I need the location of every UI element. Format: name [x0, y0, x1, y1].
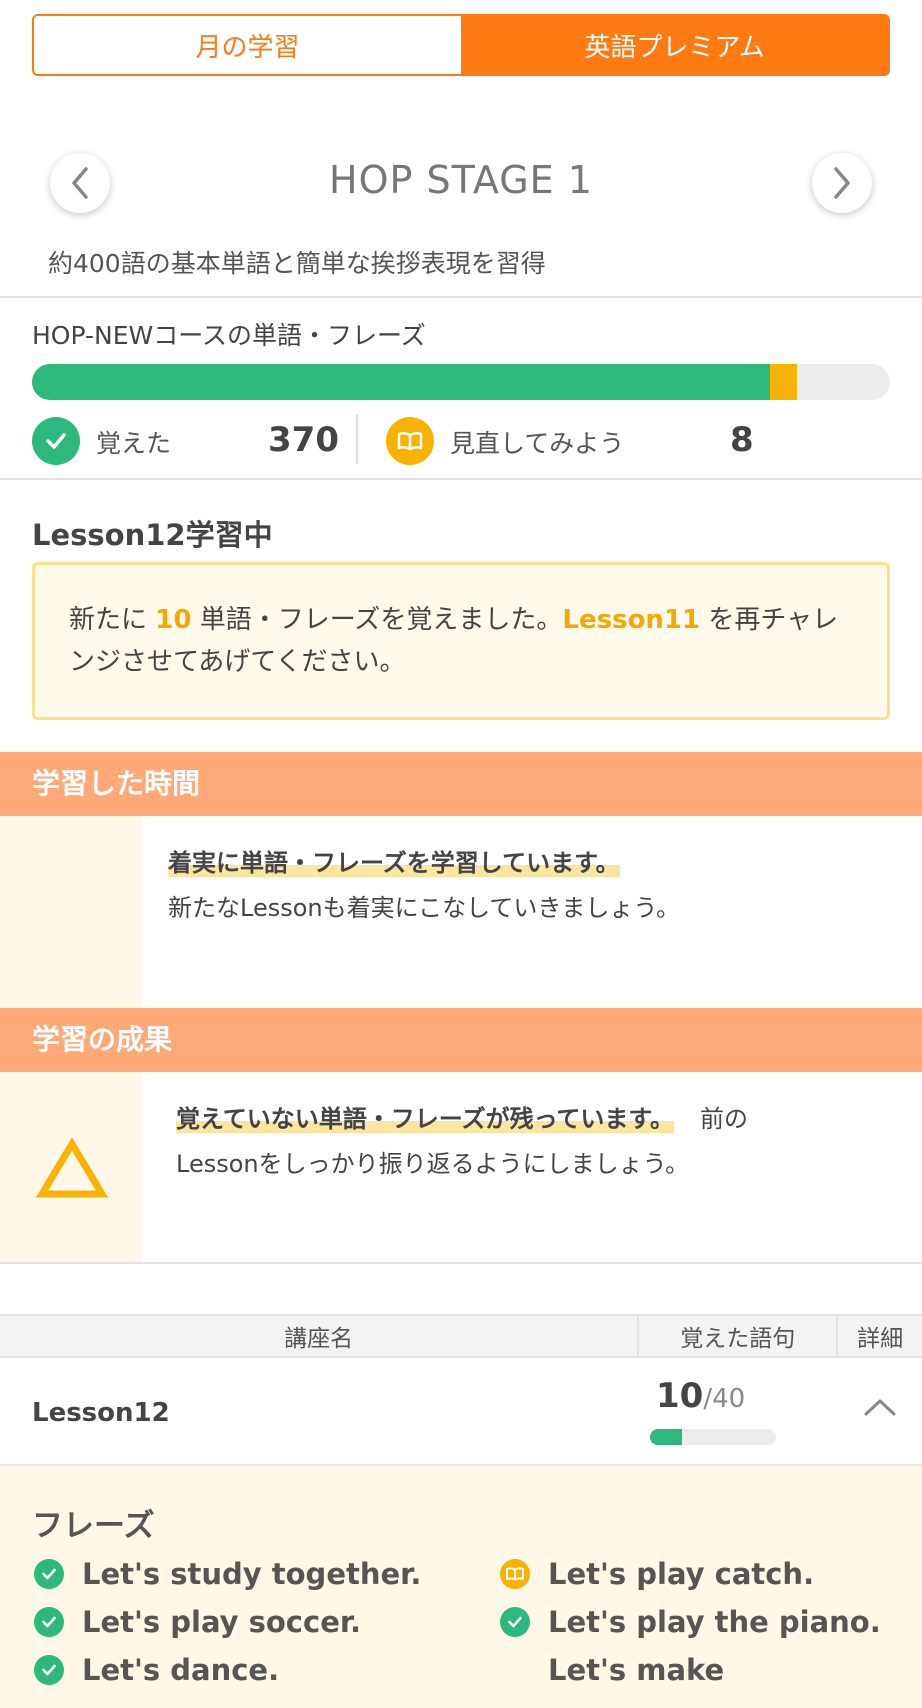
column-detail: 詳細: [857, 1326, 904, 1352]
review-progress-fill: [769, 364, 798, 400]
learned-check-icon: [34, 1559, 64, 1589]
phrase-text: Let's make: [548, 1653, 725, 1687]
phrase-text: Let's play the piano.: [548, 1605, 881, 1639]
lesson-row-progress: [650, 1429, 776, 1445]
learned-check-icon: [500, 1607, 530, 1637]
learned-check-icon: [34, 1655, 64, 1685]
notice-text: 単語・フレーズを覚えました。: [191, 605, 563, 635]
phrase-item: Let's play catch.: [500, 1557, 814, 1591]
divider: [0, 296, 922, 298]
triangle-icon: [36, 1137, 108, 1198]
chevron-up-icon: [864, 1399, 896, 1416]
notice-box: 新たに 10 単語・フレーズを覚えました。Lesson11 を再チャレンジさせて…: [32, 562, 890, 720]
phrase-title: フレーズ: [32, 1508, 155, 1544]
phrase-item: Let's dance.: [34, 1653, 279, 1687]
stat-divider: [356, 414, 358, 464]
tab-monthly-learning[interactable]: 月の学習: [34, 16, 461, 74]
column-course-name: 講座名: [0, 1316, 640, 1356]
study-time-highlight: 着実に単語・フレーズを学習しています。: [168, 849, 620, 877]
learned-label: 覚えた: [96, 429, 172, 458]
phrase-item: Let's study together.: [34, 1557, 421, 1591]
tab-bar: 月の学習 英語プレミアム: [32, 14, 890, 76]
notice-count: 10: [155, 605, 192, 635]
review-book-icon: [386, 417, 434, 465]
course-progress-bar: [32, 364, 890, 400]
result-text: Lessonをしっかり振り返るようにしましょう。: [176, 1150, 690, 1178]
study-time-text: 新たなLessonも着実にこなしていきましょう。: [168, 894, 680, 922]
next-stage-button[interactable]: [812, 153, 872, 213]
review-label: 見直してみよう: [450, 429, 625, 458]
result-heading: 学習の成果: [0, 1008, 922, 1072]
stage-title: HOP STAGE 1: [329, 158, 593, 202]
result-highlight: 覚えていない単語・フレーズが残っています。: [176, 1105, 674, 1133]
collapse-button[interactable]: [862, 1396, 898, 1422]
learned-count: 370: [268, 420, 339, 460]
stage-description: 約400語の基本単語と簡単な挨拶表現を習得: [48, 249, 546, 278]
phrase-item: Let's play soccer.: [34, 1605, 361, 1639]
lesson-progress-fill: [650, 1429, 682, 1445]
tab-english-premium[interactable]: 英語プレミアム: [461, 16, 888, 74]
study-time-comment: 着実に単語・フレーズを学習しています。 新たなLessonも着実にこなしていきま…: [168, 842, 898, 932]
lesson-status-heading: Lesson12学習中: [32, 518, 273, 552]
phrase-item: Let's make: [500, 1653, 724, 1687]
phrase-text: Let's dance.: [82, 1653, 280, 1687]
lesson-table-header: 講座名 覚えた語句 詳細: [0, 1314, 922, 1358]
phrase-status-icon: [500, 1655, 530, 1685]
study-time-heading: 学習した時間: [0, 752, 922, 816]
notice-lesson-link: Lesson11: [562, 605, 701, 635]
divider: [0, 478, 922, 480]
column-learned: 覚えた語句: [639, 1316, 839, 1356]
learned-number: 10: [656, 1376, 704, 1416]
phrase-text: Let's study together.: [82, 1557, 422, 1591]
result-text: 前の: [700, 1105, 748, 1133]
divider: [0, 1262, 922, 1264]
result-comment: 覚えていない単語・フレーズが残っています。 前の Lessonをしっかり振り返るよ…: [176, 1098, 866, 1188]
course-title: HOP-NEWコースの単語・フレーズ: [32, 321, 426, 350]
phrase-item: Let's play the piano.: [500, 1605, 881, 1639]
learned-progress-fill: [32, 364, 770, 400]
chevron-right-icon: [834, 167, 850, 199]
study-time-side: [0, 816, 142, 1008]
learned-check-icon: [34, 1607, 64, 1637]
lesson-row-name: Lesson12: [32, 1398, 170, 1428]
phrase-text: Let's play catch.: [548, 1557, 815, 1591]
phrase-text: Let's play soccer.: [82, 1605, 362, 1639]
notice-text: 新たに: [69, 605, 156, 635]
review-book-icon: [500, 1559, 530, 1589]
lesson-row-learned: 10/40: [656, 1376, 745, 1416]
result-side: [0, 1072, 142, 1262]
review-count: 8: [730, 420, 754, 460]
total-number: /40: [703, 1384, 746, 1414]
learned-check-icon: [32, 417, 80, 465]
